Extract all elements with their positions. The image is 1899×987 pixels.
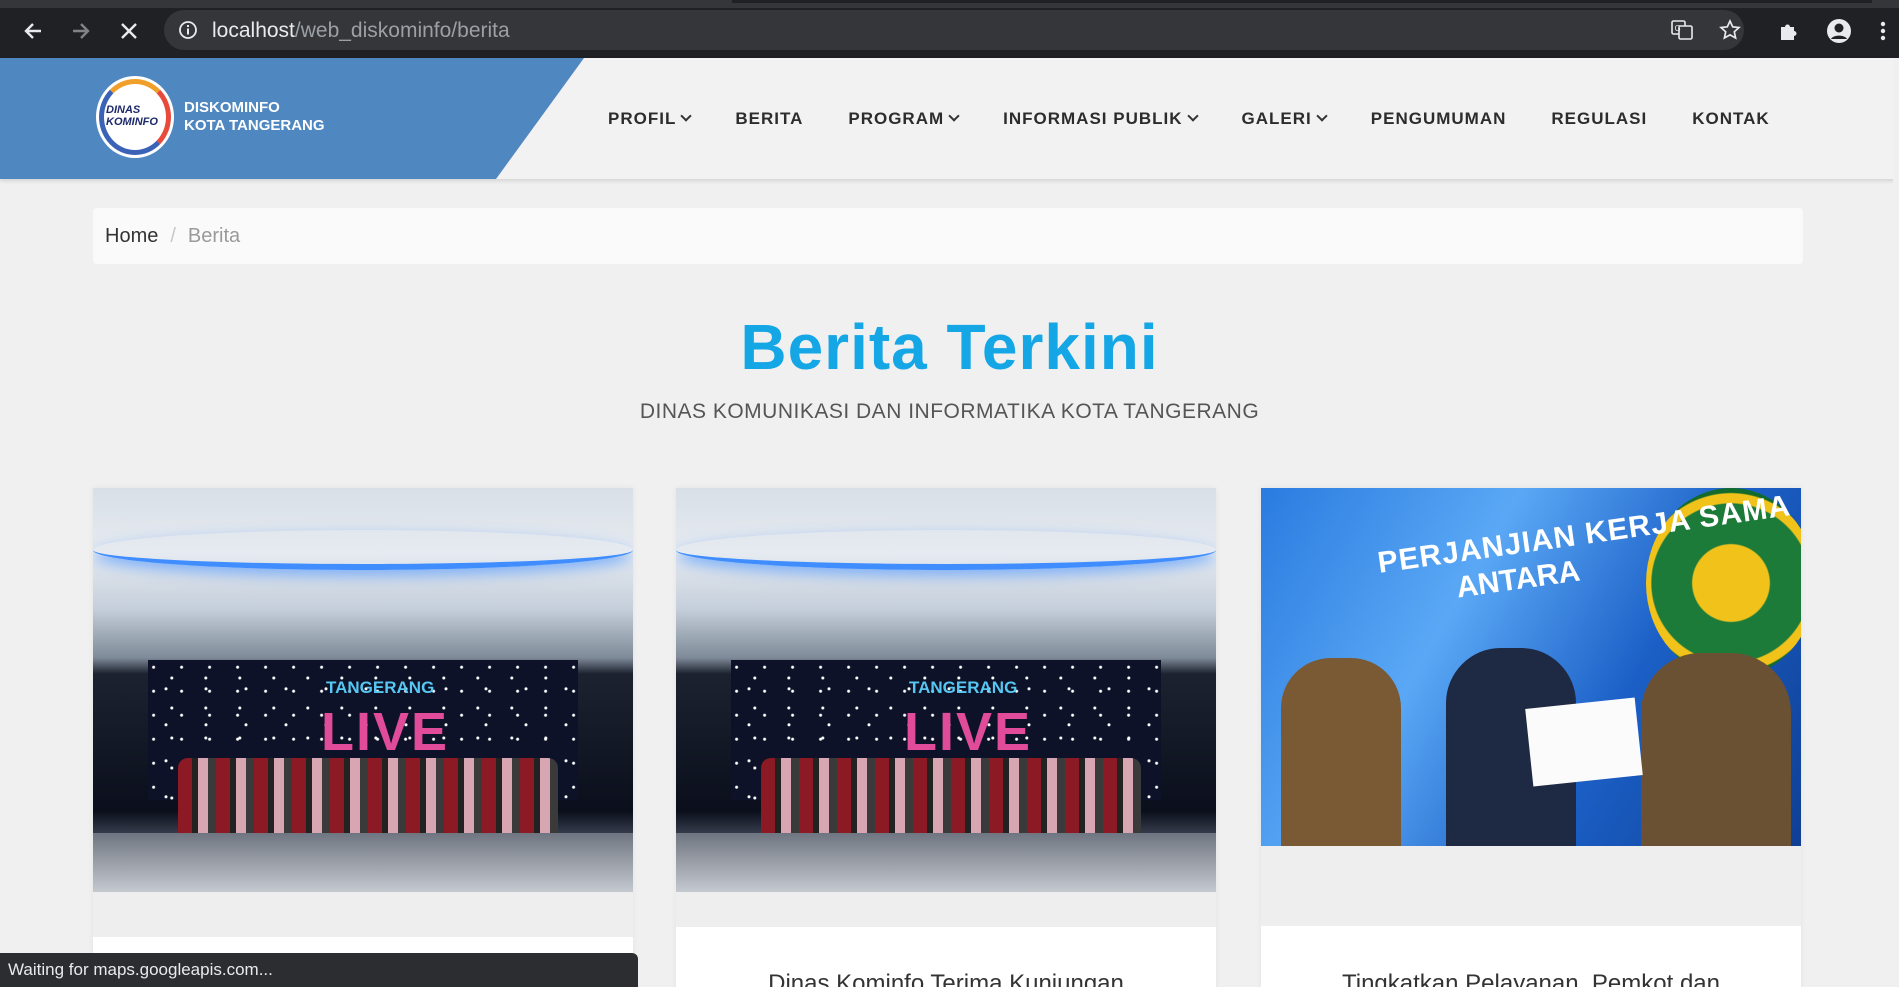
extensions-button[interactable] xyxy=(1772,14,1806,48)
breadcrumb-separator: / xyxy=(170,224,176,247)
nav-regulasi-label: REGULASI xyxy=(1551,108,1648,128)
url-text[interactable]: localhost/web_diskominfo/berita xyxy=(212,19,510,43)
forward-arrow-icon xyxy=(73,23,90,39)
nav-informasi-publik-label: INFORMASI PUBLIK xyxy=(1003,108,1183,128)
nav-berita[interactable]: BERITA xyxy=(735,109,803,129)
card-spacer xyxy=(93,892,633,937)
logo-text: DINAS KOMINFO xyxy=(106,104,174,128)
card-spacer xyxy=(1261,846,1801,926)
chevron-down-icon xyxy=(680,110,693,122)
nav-berita-label: BERITA xyxy=(735,108,804,128)
browser-toolbar: localhost/web_diskominfo/berita G xyxy=(0,0,1899,58)
breadcrumb: Home / Berita xyxy=(93,208,1803,264)
nav-regulasi[interactable]: REGULASI xyxy=(1551,109,1647,129)
nav-pengumuman[interactable]: PENGUMUMAN xyxy=(1371,109,1507,129)
news-card-image[interactable]: TANGERANG LIVE xyxy=(676,488,1216,892)
image-text-main: LIVE xyxy=(321,702,450,762)
group-of-people xyxy=(761,758,1141,843)
chevron-down-icon xyxy=(1316,110,1328,122)
breadcrumb-current: Berita xyxy=(187,224,241,247)
nav-kontak[interactable]: KONTAK xyxy=(1692,109,1769,129)
chevron-down-icon xyxy=(948,110,960,122)
news-card[interactable]: PERJANJIAN KERJA SAMA ANTARA Tingkatkan … xyxy=(1261,488,1801,987)
person-left xyxy=(1281,658,1401,846)
nav-program-label: PROGRAM xyxy=(848,108,945,128)
brand-name[interactable]: DISKOMINFO KOTA TANGERANG xyxy=(184,99,325,135)
close-icon xyxy=(121,23,137,39)
page-subtitle: DINAS KOMUNIKASI DAN INFORMATIKA KOTA TA… xyxy=(639,400,1260,423)
ceiling-light xyxy=(93,530,633,570)
forward-button[interactable] xyxy=(64,14,98,48)
studio-floor xyxy=(676,833,1216,892)
nav-pengumuman-label: PENGUMUMAN xyxy=(1370,108,1507,128)
site-header: DINAS KOMINFO DISKOMINFO KOTA TANGERANG P… xyxy=(0,58,1899,179)
tab-strip xyxy=(0,0,1899,8)
logo-text-line2: KOMINFO xyxy=(106,116,158,128)
chevron-down-icon xyxy=(1186,110,1199,122)
logo-text-line1: DINAS xyxy=(106,104,141,116)
news-card-image[interactable]: TANGERANG LIVE xyxy=(93,488,633,892)
profile-button[interactable] xyxy=(1822,14,1856,48)
menu-button[interactable] xyxy=(1866,14,1899,48)
image-text-main: LIVE xyxy=(904,702,1033,762)
back-arrow-icon xyxy=(24,23,41,39)
avatar-icon xyxy=(1827,19,1851,43)
group-of-people xyxy=(178,758,558,843)
studio-floor xyxy=(93,833,633,892)
page-scrollbar[interactable] xyxy=(1893,58,1899,987)
signed-document xyxy=(1525,697,1643,787)
nav-informasi-publik[interactable]: INFORMASI PUBLIK xyxy=(1003,108,1199,129)
nav-galeri-label: GALERI xyxy=(1241,108,1312,128)
star-icon[interactable] xyxy=(1718,18,1742,42)
status-bar: Waiting for maps.googleapis.com... xyxy=(0,953,638,987)
card-spacer xyxy=(676,892,1216,927)
more-vert-icon xyxy=(1880,21,1886,41)
brand-line1: DISKOMINFO xyxy=(184,99,280,116)
svg-text:G: G xyxy=(1675,24,1681,33)
main-nav: PROFIL BERITA PROGRAM INFORMASI PUBLIK G… xyxy=(608,58,1770,179)
news-card[interactable]: TANGERANG LIVE xyxy=(93,488,633,987)
active-tab-edge xyxy=(732,0,1872,3)
page-title: Berita Terkini xyxy=(740,311,1159,383)
news-card-title[interactable]: Dinas Kominfo Terima Kunjungan xyxy=(676,970,1216,987)
ceiling-light xyxy=(676,530,1216,570)
site-logo[interactable]: DINAS KOMINFO xyxy=(96,76,174,158)
nav-galeri[interactable]: GALERI xyxy=(1241,108,1328,129)
news-card-image[interactable]: PERJANJIAN KERJA SAMA ANTARA xyxy=(1261,488,1801,846)
person-right xyxy=(1641,653,1791,846)
address-bar[interactable]: localhost/web_diskominfo/berita G xyxy=(164,10,1744,50)
url-host: localhost xyxy=(212,19,295,42)
nav-program[interactable]: PROGRAM xyxy=(848,108,960,129)
image-text-top: TANGERANG xyxy=(909,678,1018,697)
nav-kontak-label: KONTAK xyxy=(1692,108,1770,128)
back-button[interactable] xyxy=(16,14,50,48)
translate-icon[interactable]: G xyxy=(1670,18,1694,42)
puzzle-icon xyxy=(1781,24,1797,40)
news-card[interactable]: TANGERANG LIVE Dinas Kominfo Terima Kunj… xyxy=(676,488,1216,987)
breadcrumb-home-link[interactable]: Home xyxy=(105,225,158,248)
news-card-title[interactable]: Tingkatkan Pelayanan, Pemkot dan xyxy=(1261,970,1801,987)
stop-loading-button[interactable] xyxy=(112,14,146,48)
image-text-top: TANGERANG xyxy=(326,678,435,697)
info-icon[interactable] xyxy=(178,20,198,40)
url-path: /web_diskominfo/berita xyxy=(294,19,510,42)
nav-profil-label: PROFIL xyxy=(608,108,677,128)
brand-line2: KOTA TANGERANG xyxy=(184,117,325,134)
nav-profil[interactable]: PROFIL xyxy=(608,108,693,129)
